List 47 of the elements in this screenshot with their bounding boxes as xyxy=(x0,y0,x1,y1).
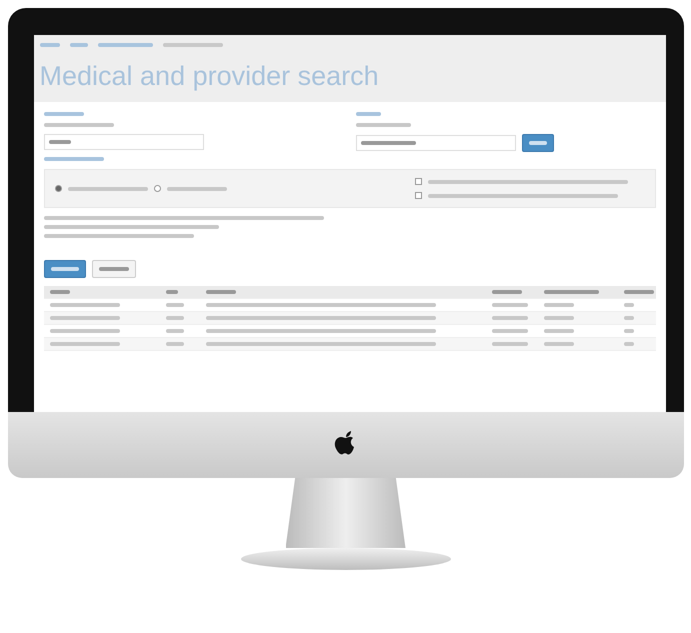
blurred-text xyxy=(50,342,120,346)
blurred-text xyxy=(162,43,222,47)
blurred-text xyxy=(50,316,120,320)
blurred-text xyxy=(70,43,88,47)
blurred-text xyxy=(166,290,178,294)
blurred-text xyxy=(166,329,184,333)
view-toggle-button[interactable] xyxy=(92,260,136,278)
input-field[interactable] xyxy=(356,135,516,151)
blurred-text xyxy=(166,316,184,320)
blurred-text xyxy=(44,157,104,161)
blurred-text xyxy=(40,43,60,47)
blurred-text xyxy=(360,141,416,145)
blurred-text xyxy=(44,112,84,116)
blurred-text xyxy=(356,112,380,116)
blurred-text xyxy=(544,316,574,320)
blurred-text xyxy=(50,290,70,294)
checkbox[interactable] xyxy=(414,178,422,185)
blurred-text xyxy=(492,303,528,307)
blurred-text xyxy=(206,290,236,294)
blurred-text xyxy=(492,342,528,346)
blurred-text xyxy=(166,186,226,190)
blurred-text xyxy=(98,43,152,47)
blurred-text xyxy=(98,267,128,271)
blurred-text xyxy=(492,290,522,294)
blurred-text xyxy=(50,267,78,271)
blurred-text xyxy=(48,140,70,144)
blurred-text xyxy=(356,123,410,127)
blurred-text xyxy=(492,316,528,320)
blurred-text xyxy=(544,329,574,333)
blurred-text xyxy=(166,342,184,346)
blurred-text xyxy=(492,329,528,333)
view-toggle-button[interactable] xyxy=(44,260,86,278)
checkbox[interactable] xyxy=(414,192,422,199)
blurred-text xyxy=(544,303,574,307)
blurred-text xyxy=(544,342,574,346)
blurred-text xyxy=(50,329,120,333)
blurred-text xyxy=(624,290,654,294)
search-button[interactable] xyxy=(522,134,554,152)
page-title: Medical and provider search xyxy=(40,61,380,92)
input-field[interactable] xyxy=(44,134,204,150)
blurred-text xyxy=(166,303,184,307)
radio-button[interactable] xyxy=(54,185,62,192)
blurred-text xyxy=(50,303,120,307)
radio-button[interactable] xyxy=(154,185,160,192)
blurred-text xyxy=(44,123,114,127)
blurred-text xyxy=(528,141,546,145)
blurred-text xyxy=(544,290,598,294)
